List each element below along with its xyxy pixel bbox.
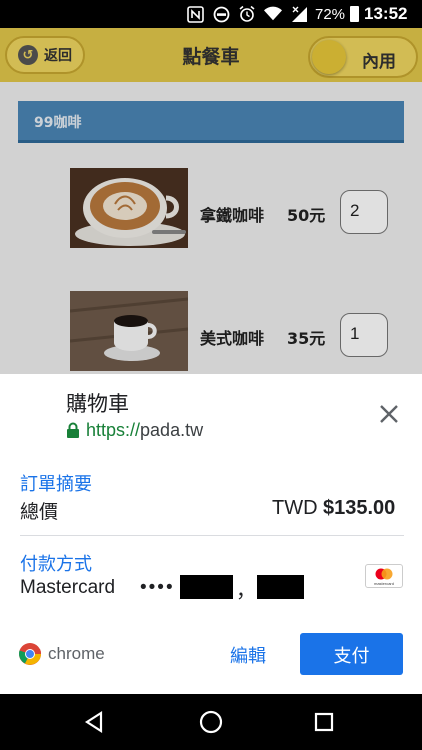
status-bar: 72% 13:52	[0, 0, 422, 28]
order-summary-label[interactable]: 訂單摘要	[20, 470, 92, 496]
payment-sheet: 購物車 https://pada.tw 訂單摘要 總價 TWD $135.00 …	[0, 374, 422, 694]
back-nav-icon[interactable]	[82, 710, 106, 734]
url-host: pada.tw	[140, 420, 204, 440]
site-url: https://pada.tw	[86, 420, 203, 441]
card-mask: ••••	[140, 577, 175, 598]
payment-method-label[interactable]: 付款方式	[20, 550, 92, 576]
status-icons	[186, 5, 308, 23]
battery-percent: 72%	[315, 6, 346, 23]
alarm-icon	[238, 5, 256, 23]
nfc-icon	[186, 5, 204, 23]
redaction-block	[180, 575, 233, 599]
chrome-icon	[19, 643, 42, 665]
mastercard-logo-text: mastercard	[374, 581, 394, 586]
clock: 13:52	[364, 4, 408, 23]
edit-button[interactable]: 編輯	[230, 642, 266, 668]
total-label: 總價	[20, 501, 59, 523]
signal-icon	[290, 5, 308, 23]
pay-button[interactable]: 支付	[300, 633, 403, 675]
recents-nav-icon[interactable]	[312, 710, 336, 734]
wifi-icon	[264, 5, 282, 23]
total-currency: TWD	[272, 497, 318, 519]
close-icon[interactable]	[378, 403, 400, 425]
total-amount: $135.00	[323, 497, 396, 519]
navigation-bar	[0, 694, 422, 750]
card-brand: Mastercard	[20, 577, 116, 598]
mastercard-icon: mastercard	[365, 564, 403, 588]
battery-icon	[350, 6, 359, 22]
url-protocol: https://	[86, 420, 141, 440]
scrim-overlay[interactable]	[0, 28, 422, 374]
cart-page: ↺ 返回 點餐車 內用 99咖啡 拿鐵咖啡 50元 2 美式咖啡 35元 1	[0, 28, 422, 374]
lock-icon	[67, 422, 79, 438]
blocked-icon	[212, 5, 230, 23]
redaction-block	[257, 575, 304, 599]
home-nav-icon[interactable]	[199, 710, 223, 734]
card-separator: ，	[236, 580, 256, 602]
sheet-title: 購物車	[66, 392, 129, 416]
divider	[20, 535, 404, 536]
browser-name: chrome	[48, 644, 105, 663]
